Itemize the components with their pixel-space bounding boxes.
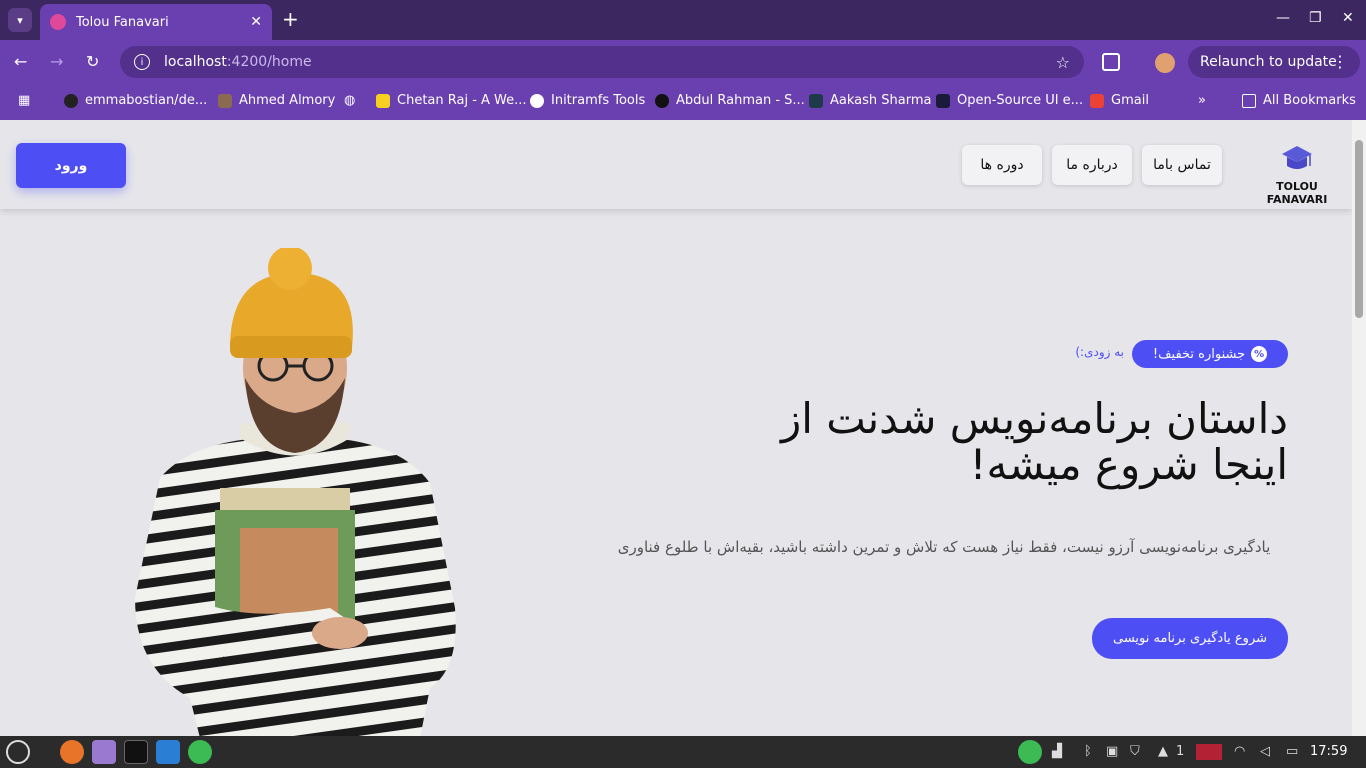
app-favicon-icon: [50, 14, 66, 30]
minimize-icon[interactable]: —: [1276, 10, 1290, 26]
bookmark-item[interactable]: Gmail: [1090, 93, 1149, 108]
notification-count: 1: [1176, 744, 1185, 759]
browser-toolbar: ← → ↻ i localhost:4200/home ☆ Relaunch t…: [0, 40, 1366, 84]
chrome-tray-icon[interactable]: [1018, 740, 1042, 764]
close-tab-icon[interactable]: ✕: [250, 14, 262, 30]
hero-headline: داستان برنامه‌نویس شدنت از اینجا شروع می…: [600, 396, 1288, 488]
bookmarks-overflow-icon[interactable]: »: [1198, 93, 1206, 108]
browser-tab-bar: ▾ Tolou Fanavari ✕ + — ❐ ✕: [0, 0, 1366, 40]
discount-badge-label: جشنواره تخفیف!: [1152, 346, 1246, 362]
close-window-icon[interactable]: ✕: [1342, 10, 1354, 26]
google-icon: [530, 93, 544, 108]
forward-icon[interactable]: →: [50, 52, 63, 71]
student-illustration: [135, 248, 456, 736]
site-logo[interactable]: TOLOU FANAVARI: [1252, 144, 1342, 206]
logo-text: TOLOU FANAVARI: [1266, 180, 1328, 206]
firefox-icon[interactable]: [60, 740, 84, 764]
bookmark-item[interactable]: Abdul Rahman - S...: [655, 93, 805, 108]
files-icon[interactable]: [92, 740, 116, 764]
github-icon: [64, 93, 78, 108]
scroll-thumb[interactable]: [1355, 140, 1363, 318]
bookmarks-bar: ▦ emmabostian/de... Ahmed Almory ◍ Cheta…: [0, 84, 1366, 120]
clipboard-icon[interactable]: ▣: [1106, 744, 1118, 759]
bookmark-item[interactable]: Initramfs Tools: [530, 93, 645, 108]
bookmark-item[interactable]: Open-Source UI e...: [936, 93, 1083, 108]
volume-muted-icon[interactable]: ◁: [1260, 744, 1270, 759]
back-icon[interactable]: ←: [14, 52, 27, 71]
more-menu-icon[interactable]: ⋮: [1332, 52, 1348, 71]
tab-title: Tolou Fanavari: [76, 14, 169, 30]
apps-grid-icon[interactable]: ▦: [18, 93, 30, 108]
bookmark-item[interactable]: Chetan Raj - A We...: [376, 93, 527, 108]
address-bar[interactable]: i localhost:4200/home ☆: [120, 46, 1084, 78]
url-text[interactable]: localhost:4200/home: [164, 54, 1056, 70]
start-menu-icon[interactable]: [6, 740, 30, 764]
hero-subtext: یادگیری برنامه‌نویسی آرزو نیست، فقط نیاز…: [617, 538, 1271, 556]
coming-soon-label: به زودی:): [1075, 345, 1124, 359]
bookmark-item[interactable]: Aakash Sharma: [809, 93, 931, 108]
headline-line-1: داستان برنامه‌نویس شدنت از: [780, 394, 1288, 443]
site-info-icon[interactable]: i: [134, 54, 150, 70]
profile-icon: [218, 93, 232, 108]
keyboard-layout-flag-icon[interactable]: [1196, 744, 1222, 760]
browser-tab[interactable]: Tolou Fanavari ✕: [40, 4, 272, 40]
folder-icon: [1242, 93, 1256, 108]
nav-about[interactable]: درباره ما: [1052, 145, 1132, 185]
gmail-icon: [1090, 93, 1104, 108]
profile-avatar[interactable]: [1155, 53, 1175, 73]
nav-courses[interactable]: دوره ها: [962, 145, 1042, 185]
discount-badge[interactable]: % جشنواره تخفیف!: [1132, 340, 1288, 368]
login-button[interactable]: ورود: [16, 143, 126, 188]
web-page: ورود دوره ها درباره ما تماس باما TOLOU F…: [0, 120, 1352, 736]
bookmark-item[interactable]: emmabostian/de...: [64, 93, 207, 108]
os-taskbar: ▟ ᛒ ▣ ⛉ ▲ 1 ◠ ◁ ▭ 17:59: [0, 736, 1366, 768]
clock: 17:59: [1310, 744, 1348, 759]
network-graph-icon[interactable]: ▟: [1052, 744, 1062, 759]
terminal-icon[interactable]: [124, 740, 148, 764]
battery-icon[interactable]: ▭: [1286, 744, 1298, 759]
percent-icon: %: [1251, 346, 1268, 362]
chrome-icon[interactable]: [188, 740, 212, 764]
bookmark-favicon-icon: [376, 93, 390, 108]
reload-icon[interactable]: ↻: [86, 52, 99, 71]
bookmark-star-icon[interactable]: ☆: [1056, 53, 1070, 72]
new-tab-button[interactable]: +: [282, 9, 299, 29]
shield-icon[interactable]: ⛉: [1130, 744, 1140, 759]
globe-icon[interactable]: ◍: [344, 93, 355, 108]
site-header: ورود دوره ها درباره ما تماس باما TOLOU F…: [0, 120, 1352, 209]
extensions-icon[interactable]: [1102, 53, 1120, 71]
page-scrollbar[interactable]: [1352, 120, 1366, 736]
headline-line-2: اینجا شروع میشه!: [969, 440, 1288, 489]
wifi-icon[interactable]: ◠: [1234, 744, 1245, 759]
all-bookmarks-folder[interactable]: All Bookmarks: [1242, 93, 1356, 108]
notification-icon[interactable]: ▲: [1158, 744, 1168, 759]
vscode-icon[interactable]: [156, 740, 180, 764]
bluetooth-icon[interactable]: ᛒ: [1084, 744, 1092, 759]
react-icon: [809, 93, 823, 108]
start-learning-button[interactable]: شروع یادگیری برنامه نویسی: [1092, 618, 1288, 659]
graduation-cap-icon: [1282, 146, 1312, 169]
nav-contact[interactable]: تماس باما: [1142, 145, 1222, 185]
tab-search-button[interactable]: ▾: [8, 8, 32, 32]
bookmark-favicon-icon: [655, 93, 669, 108]
bookmark-item[interactable]: Ahmed Almory: [218, 93, 335, 108]
bookmark-favicon-icon: [936, 93, 950, 108]
relaunch-button[interactable]: Relaunch to update ⋮: [1188, 46, 1360, 78]
restore-icon[interactable]: ❐: [1309, 10, 1322, 26]
relaunch-label: Relaunch to update: [1200, 54, 1337, 70]
